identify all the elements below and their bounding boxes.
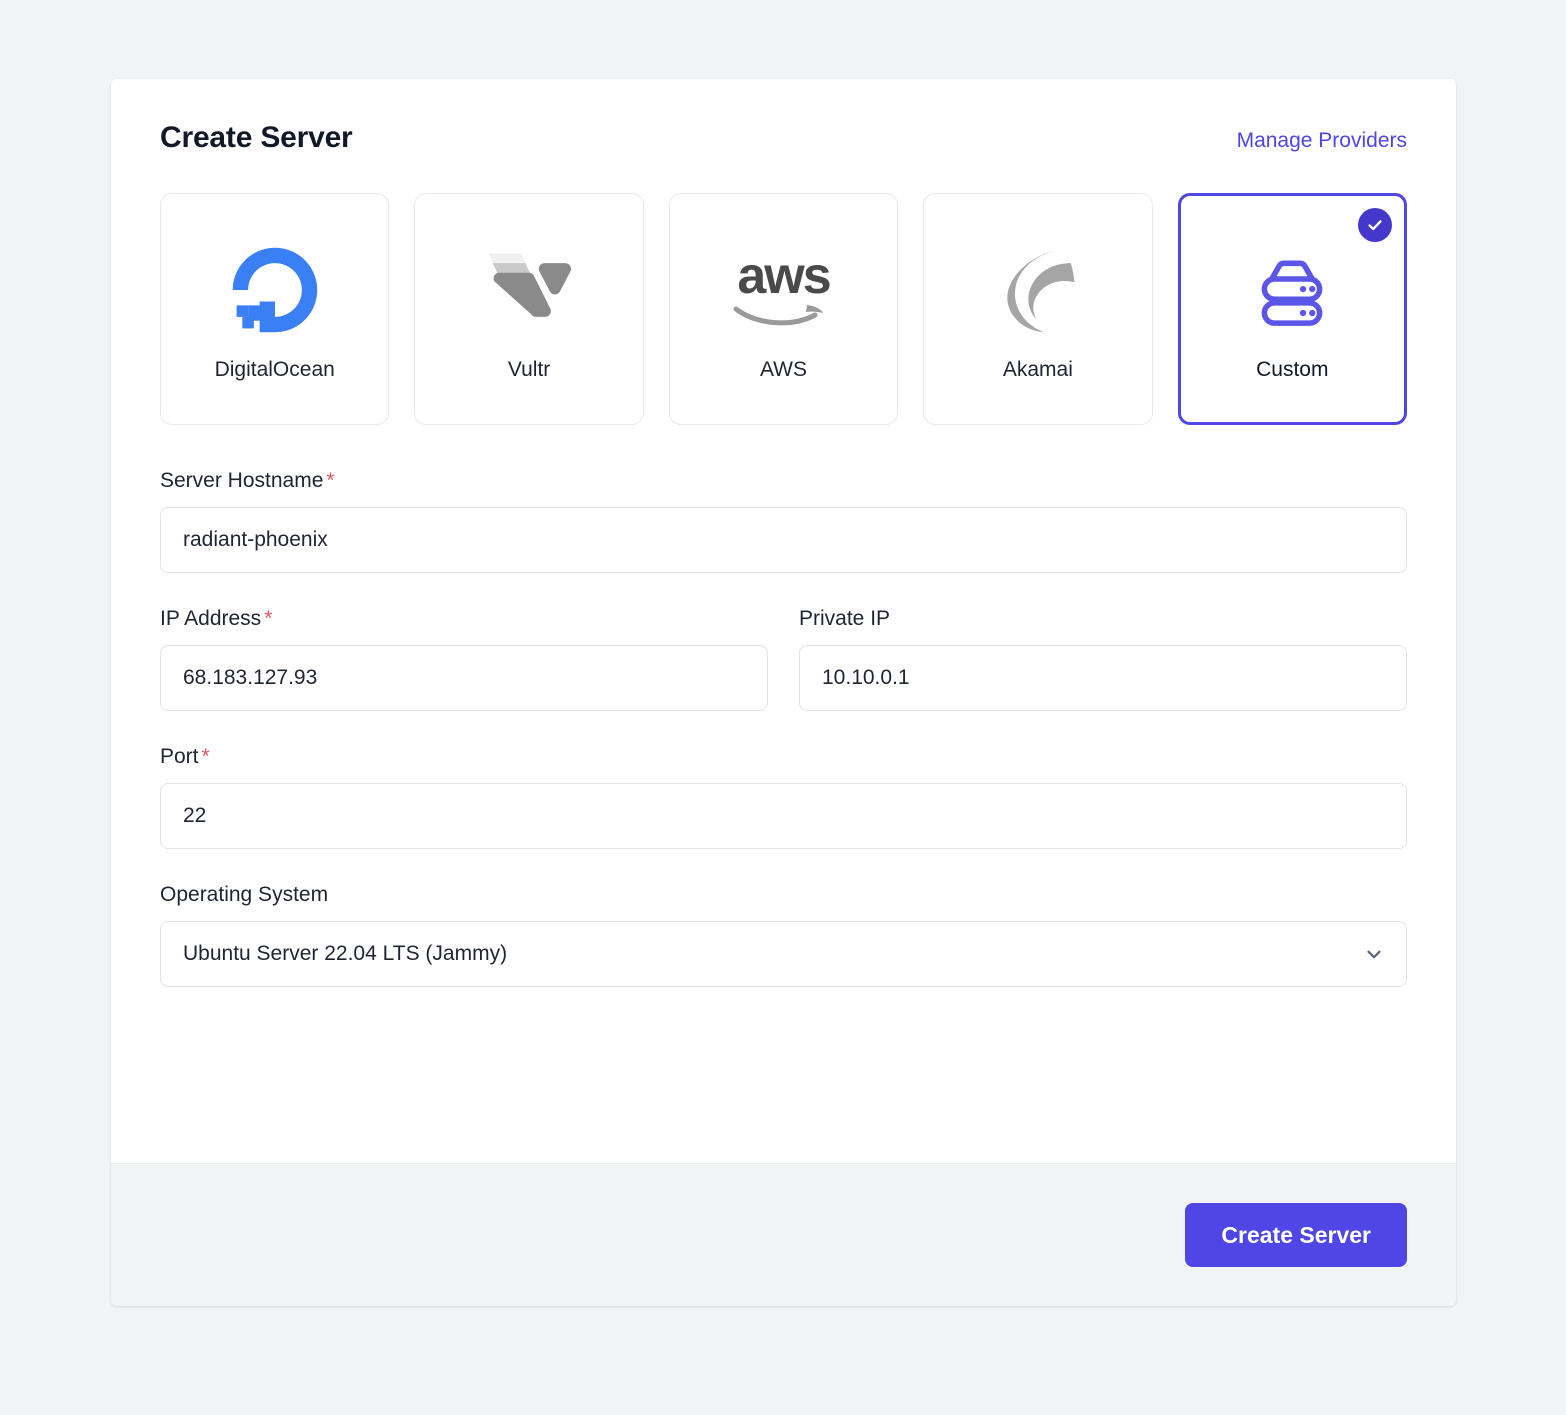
create-server-card: Create Server Manage Providers DigitalOc… xyxy=(111,79,1456,1306)
aws-smile-icon xyxy=(733,304,824,326)
operating-system-label: Operating System xyxy=(160,883,329,906)
required-marker: * xyxy=(326,469,335,492)
card-header: Create Server Manage Providers xyxy=(160,121,1407,155)
private-ip-label: Private IP xyxy=(799,607,891,630)
provider-selector: DigitalOcean Vultr aws AWS Akamai Custom xyxy=(160,193,1407,425)
ip-address-label-text: IP Address xyxy=(160,607,262,630)
provider-card-digitalocean[interactable]: DigitalOcean xyxy=(160,193,390,425)
private-ip-input[interactable] xyxy=(799,645,1407,711)
manage-providers-link[interactable]: Manage Providers xyxy=(1237,129,1407,153)
page-title: Create Server xyxy=(160,121,353,154)
aws-wordmark: aws xyxy=(737,247,831,306)
ip-address-input[interactable] xyxy=(160,645,768,711)
provider-label: Vultr xyxy=(507,358,551,381)
provider-card-vultr[interactable]: Vultr xyxy=(414,193,644,425)
provider-label: Custom xyxy=(1256,358,1329,381)
provider-card-akamai[interactable]: Akamai xyxy=(923,193,1153,425)
hostname-label-text: Server Hostname xyxy=(160,469,324,492)
field-hostname: Server Hostname * xyxy=(160,469,1407,573)
digitalocean-logo xyxy=(227,236,323,344)
aws-logo: aws xyxy=(733,236,833,344)
provider-card-custom[interactable]: Custom xyxy=(1177,193,1407,425)
ip-address-label: IP Address * xyxy=(160,607,768,631)
provider-card-aws[interactable]: aws AWS xyxy=(668,193,899,425)
akamai-logo xyxy=(990,236,1086,344)
field-ip-address: IP Address * xyxy=(160,607,768,711)
create-server-button[interactable]: Create Server xyxy=(1185,1203,1407,1267)
operating-system-select[interactable] xyxy=(160,921,1407,987)
selected-check-badge xyxy=(1357,208,1392,242)
card-body: Create Server Manage Providers DigitalOc… xyxy=(111,79,1456,1163)
provider-label: AWS xyxy=(759,358,808,381)
port-label-text: Port xyxy=(160,745,199,768)
provider-label: DigitalOcean xyxy=(214,358,335,381)
ip-row: IP Address* Private IP xyxy=(160,607,1407,711)
server-stack-icon xyxy=(1246,236,1338,344)
port-label: Port * xyxy=(160,745,1407,769)
field-operating-system: Operating System xyxy=(160,883,1407,987)
port-input[interactable] xyxy=(160,783,1407,849)
provider-label: Akamai xyxy=(1002,358,1073,381)
required-marker: * xyxy=(201,745,210,768)
operating-system-select-wrap xyxy=(160,921,1407,987)
check-icon xyxy=(1368,220,1382,231)
hostname-label: Server Hostname * xyxy=(160,469,1407,493)
field-private-ip: Private IP xyxy=(799,607,1407,711)
required-marker: * xyxy=(264,607,273,630)
vultr-logo xyxy=(481,236,577,344)
card-footer: Create Server xyxy=(111,1163,1456,1306)
hostname-input[interactable] xyxy=(160,507,1407,573)
field-port: Port * xyxy=(160,745,1407,849)
